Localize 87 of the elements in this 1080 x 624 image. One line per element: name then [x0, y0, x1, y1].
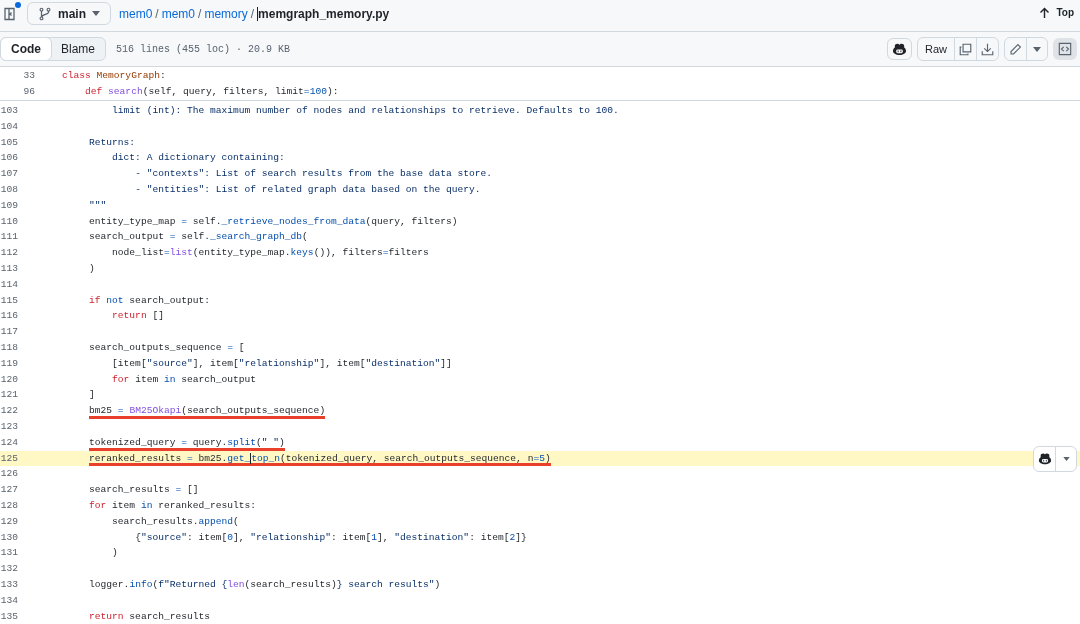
code-text: dict: A dictionary containing: — [112, 151, 285, 166]
copilot-icon — [892, 42, 907, 56]
line-number: 106 — [0, 151, 18, 166]
file-name[interactable]: memgraph_memory.py — [257, 6, 390, 21]
path-separator: / — [198, 6, 202, 21]
code-text: ) — [89, 261, 95, 276]
line-number: 33 — [22, 68, 35, 83]
line-number: 109 — [0, 198, 18, 213]
line-number: 96 — [22, 84, 35, 99]
code-text: [item["source"], item["relationship"], item["destination"]] — [112, 356, 452, 371]
line-number: 132 — [0, 562, 18, 577]
code-text: for item in search_output — [112, 372, 257, 387]
line-number: 116 — [0, 309, 18, 324]
line-number: 114 — [0, 277, 18, 292]
line-number: 125 — [0, 451, 18, 466]
line-number: 128 — [0, 498, 18, 513]
file-info: 516 lines (455 loc) · 20.9 KB — [116, 43, 291, 55]
code-text: return search_results — [89, 609, 210, 624]
line-number: 115 — [0, 293, 18, 308]
breadcrumb-link[interactable]: mem0 — [161, 6, 196, 21]
line-number: 108 — [0, 183, 18, 197]
branch-selector[interactable]: main — [27, 2, 111, 25]
breadcrumb-link[interactable]: mem0 — [119, 6, 153, 21]
line-number: 103 — [0, 104, 18, 118]
arrow-up-icon — [1039, 6, 1051, 19]
symbols-toggle[interactable] — [1053, 38, 1077, 60]
code-text: reranked_results = bm25.get_top_n(tokenized_query, search_outputs_sequence, n=5) — [89, 450, 551, 467]
code-text: if not search_output: — [89, 293, 210, 308]
line-number: 131 — [0, 546, 18, 561]
line-number: 122 — [0, 404, 18, 419]
code-text: logger.info(f"Returned {len(search_results)} search results") — [89, 577, 441, 592]
view-tab[interactable]: Blame — [51, 38, 105, 60]
line-number: 107 — [0, 167, 18, 182]
code-text: search_results.append( — [112, 514, 239, 529]
code-text: ) — [112, 546, 118, 561]
view-tab[interactable]: Code — [0, 37, 52, 61]
line-number: 123 — [0, 419, 18, 434]
code-text: search_results = [] — [89, 483, 199, 498]
breadcrumb-link[interactable]: memory — [204, 6, 248, 21]
code-text: search_output = self._search_graph_db( — [89, 230, 308, 245]
code-text: limit (int): The maximum number of nodes and relationships to retrieve. Defaults to 100. — [112, 104, 619, 118]
code-text: bm25 = BM25Okapi(search_outputs_sequence) — [89, 403, 326, 419]
line-number: 113 — [0, 261, 18, 276]
caret-icon — [1033, 46, 1041, 52]
line-number: 104 — [0, 119, 18, 134]
code-text: class MemoryGraph: — [62, 68, 166, 83]
line-number: 120 — [0, 372, 18, 387]
top-link[interactable]: Top — [1039, 6, 1074, 19]
line-number: 127 — [0, 483, 18, 498]
code-text: node_list=list(entity_type_map.keys()), filters=filters — [112, 246, 429, 261]
code-text: ] — [89, 388, 95, 403]
line-number: 133 — [0, 577, 18, 592]
copy-icon — [959, 42, 972, 56]
line-number: 110 — [0, 214, 18, 229]
line-number: 119 — [0, 356, 18, 371]
code-text: search_outputs_sequence = [ — [89, 340, 245, 355]
code-text: entity_type_map = self._retrieve_nodes_from_data(query, filters) — [89, 214, 458, 229]
line-number: 111 — [0, 230, 18, 245]
line-number: 124 — [0, 435, 18, 450]
line-number: 134 — [0, 593, 18, 608]
code-text: return [] — [112, 309, 164, 324]
code-text: - "contexts": List of search results from the base data store. — [135, 167, 493, 182]
line-number: 135 — [0, 609, 18, 624]
line-number: 117 — [0, 325, 18, 340]
path-separator: / — [250, 6, 255, 21]
code-text: {"source": item[0], "relationship": item[1], "destination": item[2]} — [135, 530, 527, 545]
sidebar-toggle[interactable] — [3, 4, 21, 23]
code-text: - "entities": List of related graph data based on the query. — [135, 183, 481, 197]
branch-icon — [38, 6, 52, 21]
copilot-button[interactable] — [887, 38, 912, 60]
pencil-icon — [1009, 42, 1022, 56]
path-separator: / — [155, 6, 159, 21]
code-text: Returns: — [89, 135, 136, 150]
code-text: """ — [89, 198, 107, 213]
download-icon — [981, 42, 994, 56]
line-number: 118 — [0, 340, 18, 355]
caret-icon — [1062, 456, 1070, 461]
copilot-icon — [1037, 452, 1052, 466]
code-text: for item in reranked_results: — [89, 498, 257, 513]
line-number: 126 — [0, 467, 18, 482]
line-number: 105 — [0, 135, 18, 150]
caret-icon — [92, 11, 100, 16]
line-number: 130 — [0, 530, 18, 545]
code-text: def search(self, query, filters, limit=100): — [85, 84, 339, 99]
line-number: 112 — [0, 246, 18, 261]
line-number: 121 — [0, 388, 18, 403]
line-number: 129 — [0, 514, 18, 529]
